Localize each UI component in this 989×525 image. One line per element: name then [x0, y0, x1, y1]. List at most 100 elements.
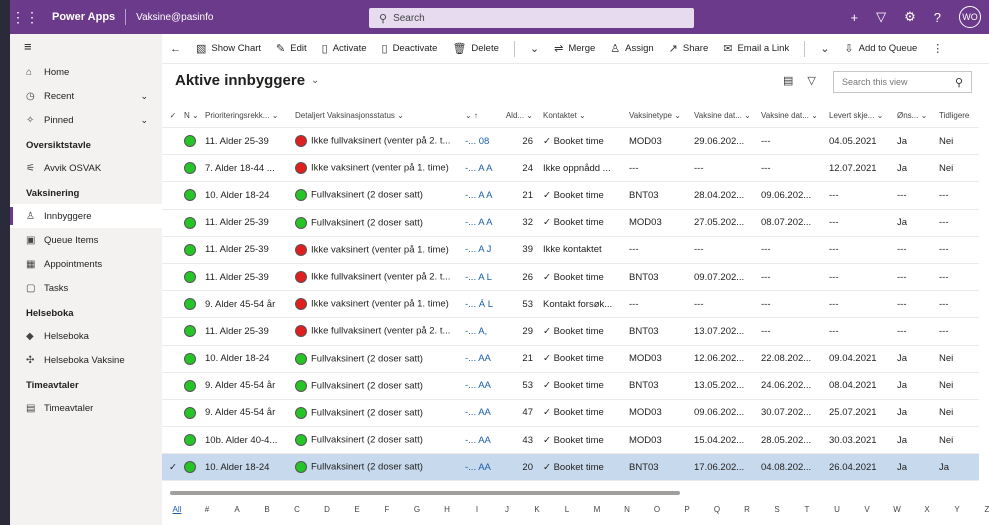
environment-name[interactable]: Vaksine@pasinfo — [136, 12, 213, 23]
table-row[interactable]: 10. Alder 18-24 Fullvaksinert (2 doser sa… — [162, 182, 979, 210]
table-row[interactable]: 11. Alder 25-39 Ikke fullvaksinert (vente… — [162, 128, 979, 156]
jump-letter[interactable]: All — [162, 505, 192, 514]
sidebar-item-appointments[interactable]: ▦ Appointments — [10, 252, 162, 276]
name-link[interactable]: -... A A — [465, 163, 502, 174]
hamburger-icon[interactable]: ≡ — [10, 34, 162, 60]
overflow-button[interactable]: ⋮ — [932, 42, 943, 55]
jump-letter[interactable]: N — [612, 505, 642, 514]
jump-letter[interactable]: R — [732, 505, 762, 514]
chevron-down-icon[interactable]: ⌄ — [140, 115, 148, 126]
jump-letter[interactable]: K — [522, 505, 552, 514]
jump-letter[interactable]: A — [222, 505, 252, 514]
column-header[interactable]: Detaljert Vaksinasjonsstatus ⌄ — [295, 111, 465, 120]
table-row[interactable]: 11. Alder 25-39 Ikke fullvaksinert (vente… — [162, 264, 979, 292]
row-checkbox[interactable]: ✓ — [162, 462, 184, 473]
table-row[interactable]: 10. Alder 18-24 Fullvaksinert (2 doser sa… — [162, 346, 979, 373]
name-link[interactable]: -... AA — [465, 407, 502, 418]
show-chart-button[interactable]: ▧ Show Chart — [196, 42, 261, 55]
app-launcher-icon[interactable]: ⋮⋮ — [10, 9, 40, 26]
jump-letter[interactable]: D — [312, 505, 342, 514]
merge-button[interactable]: ⇌ Merge — [554, 42, 595, 55]
name-link[interactable]: -... A A — [465, 190, 502, 201]
activate-button[interactable]: ▯ Activate — [322, 42, 367, 55]
filter-icon[interactable]: ▽ — [876, 9, 886, 25]
sidebar-item-helseboka-vaksine[interactable]: ✣ Helseboka Vaksine — [10, 348, 162, 372]
jump-letter[interactable]: Z — [972, 505, 989, 514]
jump-letter[interactable]: Q — [702, 505, 732, 514]
column-header[interactable]: Vaksinetype ⌄ — [623, 111, 690, 120]
jump-letter[interactable]: W — [882, 505, 912, 514]
table-row[interactable]: 11. Alder 25-39 Ikke fullvaksinert (vente… — [162, 318, 979, 346]
edit-button[interactable]: ✎ Edit — [276, 42, 307, 55]
name-link[interactable]: -... AA — [465, 462, 502, 473]
back-button[interactable]: ← — [170, 43, 181, 55]
gear-icon[interactable]: ⚙ — [904, 9, 916, 25]
global-search[interactable]: ⚲ Search — [369, 8, 694, 28]
column-header[interactable]: Tidligere — [933, 111, 973, 120]
name-link[interactable]: -... 08 — [465, 136, 502, 147]
sidebar-item-helseboka[interactable]: ◆ Helseboka — [10, 324, 162, 348]
name-link[interactable]: -... A, — [465, 326, 502, 337]
table-row[interactable]: 10b. Alder 40-4... Fullvaksinert (2 doser… — [162, 427, 979, 455]
jump-letter[interactable]: X — [912, 505, 942, 514]
sidebar-item-recent[interactable]: ◷ Recent ⌄ — [10, 84, 162, 108]
sidebar-item-tasks[interactable]: ▢ Tasks — [10, 276, 162, 300]
column-header[interactable]: Øns... ⌄ — [891, 111, 933, 120]
more-chevron-button[interactable]: ⌄ — [820, 42, 829, 55]
help-icon[interactable]: ? — [934, 10, 941, 25]
table-row[interactable]: 9. Alder 45-54 år Fullvaksinert (2 doser … — [162, 373, 979, 400]
jump-letter[interactable]: V — [852, 505, 882, 514]
column-header[interactable]: Kontaktet ⌄ — [537, 111, 623, 120]
jump-letter[interactable]: P — [672, 505, 702, 514]
table-row[interactable]: 11. Alder 25-39 Fullvaksinert (2 doser sa… — [162, 210, 979, 237]
name-link[interactable]: -... AA — [465, 435, 502, 446]
table-row[interactable]: 9. Alder 45-54 år Fullvaksinert (2 doser … — [162, 400, 979, 428]
jump-letter[interactable]: H — [432, 505, 462, 514]
jump-letter[interactable]: B — [252, 505, 282, 514]
column-header[interactable]: N ⌄ — [184, 111, 205, 120]
view-search-input[interactable]: Search this view ⚲ — [833, 71, 972, 93]
name-link[interactable]: -... Á L — [465, 299, 502, 310]
jump-letter[interactable]: F — [372, 505, 402, 514]
sidebar-item-innbyggere[interactable]: ♙ Innbyggere — [10, 204, 162, 228]
column-header[interactable]: Vaksine dat... ⌄ — [690, 111, 757, 120]
filter-icon[interactable]: ▽ — [807, 74, 815, 87]
avatar[interactable]: WO — [959, 6, 981, 28]
delete-button[interactable]: 🗑 Delete — [452, 42, 498, 55]
view-selector[interactable]: Aktive innbyggere ⌄ — [175, 72, 319, 89]
jump-letter[interactable]: C — [282, 505, 312, 514]
jump-letter[interactable]: S — [762, 505, 792, 514]
deactivate-button[interactable]: ▯ Deactivate — [382, 42, 438, 55]
jump-letter[interactable]: # — [192, 505, 222, 514]
column-header[interactable]: ⌄ ↑ — [465, 111, 502, 120]
app-name[interactable]: Power Apps — [52, 11, 115, 23]
chevron-down-icon[interactable]: ⌄ — [140, 91, 148, 102]
column-header[interactable]: Ald... ⌄ — [502, 111, 537, 120]
jump-letter[interactable]: M — [582, 505, 612, 514]
name-link[interactable]: -... AA — [465, 380, 502, 391]
search-icon[interactable]: ⚲ — [955, 76, 963, 89]
name-link[interactable]: -... AA — [465, 353, 502, 364]
sidebar-item-pinned[interactable]: ✧ Pinned ⌄ — [10, 108, 162, 132]
jump-letter[interactable]: O — [642, 505, 672, 514]
jump-letter[interactable]: T — [792, 505, 822, 514]
jump-letter[interactable]: I — [462, 505, 492, 514]
sidebar-item-avvik-osvak[interactable]: ⚟ Avvik OSVAK — [10, 156, 162, 180]
jump-letter[interactable]: L — [552, 505, 582, 514]
table-row[interactable]: 11. Alder 25-39 Ikke vaksinert (venter på… — [162, 237, 979, 264]
share-button[interactable]: ↗ Share — [669, 42, 709, 55]
table-row[interactable]: ✓ 10. Alder 18-24 Fullvaksinert (2 doser s… — [162, 454, 979, 482]
name-link[interactable]: -... A A — [465, 217, 502, 228]
table-row[interactable]: 9. Alder 45-54 år Ikke vaksinert (venter … — [162, 291, 979, 319]
add-icon[interactable]: + — [851, 10, 859, 25]
column-header[interactable]: Prioriteringsrekk... ⌄ — [205, 111, 295, 120]
jump-letter[interactable]: E — [342, 505, 372, 514]
jump-letter[interactable]: J — [492, 505, 522, 514]
sidebar-item-timeavtaler[interactable]: ▤ Timeavtaler — [10, 396, 162, 420]
name-link[interactable]: -... A J — [465, 244, 502, 255]
horizontal-scrollbar[interactable] — [170, 491, 680, 495]
column-header[interactable]: Vaksine dat... ⌄ — [757, 111, 825, 120]
edit-columns-icon[interactable]: ▤ — [783, 74, 793, 87]
select-all-checkbox[interactable]: ✓ — [162, 111, 184, 120]
sidebar-item-queue-items[interactable]: ▣ Queue Items — [10, 228, 162, 252]
